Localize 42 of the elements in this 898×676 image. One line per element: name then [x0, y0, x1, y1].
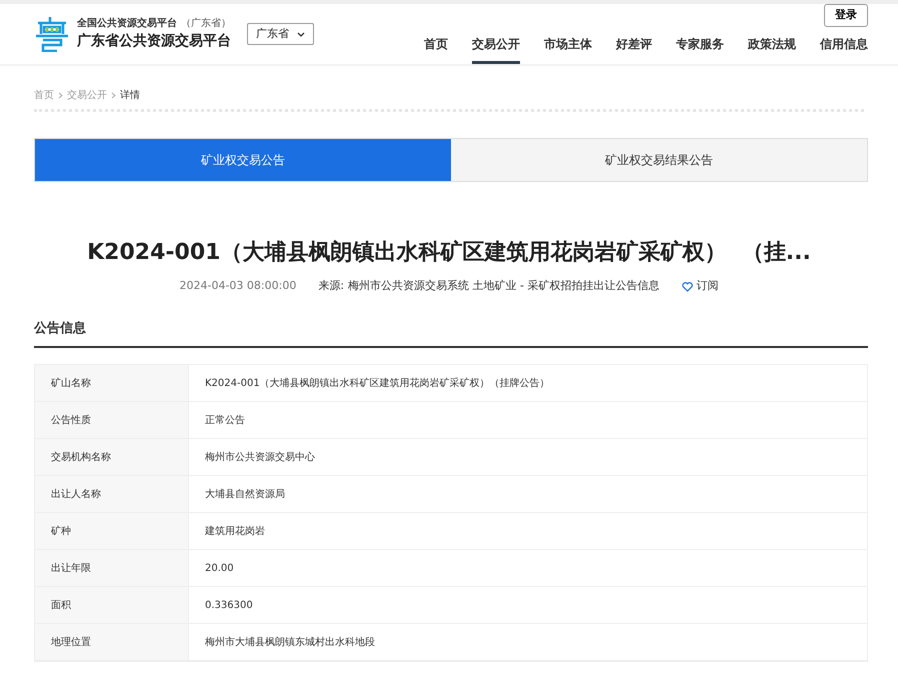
source-label: 来源:: [318, 278, 344, 294]
chevron-right-icon: [58, 92, 63, 99]
nav-link[interactable]: 市场主体: [544, 30, 592, 64]
field-value: 0.336300: [204, 598, 253, 613]
tab[interactable]: 矿业权交易公告: [35, 139, 451, 181]
nav-link[interactable]: 信用信息: [820, 30, 868, 64]
nav-link[interactable]: 首页: [424, 30, 448, 64]
nav-link[interactable]: 政策法规: [748, 30, 796, 64]
nav-link[interactable]: 交易公开: [472, 30, 520, 64]
breadcrumb-current: 详情: [120, 88, 140, 103]
field-value: K2024-001（大埔县枫朗镇出水科矿区建筑用花岗岩矿采矿权）（挂牌公告）: [204, 376, 550, 391]
field-label: 矿种: [35, 513, 189, 550]
heart-icon: [682, 282, 692, 292]
section-title: 公告信息: [34, 318, 868, 348]
field-label: 公告性质: [35, 402, 189, 438]
region-select[interactable]: 广东省: [247, 22, 314, 46]
field-label: 矿山名称: [35, 365, 189, 402]
field-label: 面积: [35, 587, 189, 624]
field-value: 正常公告: [204, 414, 245, 428]
nav-link[interactable]: 好差评: [616, 30, 652, 64]
field-label: 交易机构名称: [35, 439, 189, 476]
field-value: 20.00: [204, 562, 234, 576]
nav-link[interactable]: 专家服务: [676, 30, 724, 64]
field-label: 出让人名称: [35, 476, 189, 512]
field-value: 梅州市大埔县枫朗镇东城村出水科地段: [204, 636, 375, 650]
tab[interactable]: 矿业权交易结果公告: [451, 139, 867, 181]
field-value: 建筑用花岗岩: [204, 524, 265, 539]
source-text: 梅州市公共资源交易系统 土地矿业 - 采矿权招拍挂出让公告信息: [348, 278, 660, 294]
logo-icon: [35, 16, 69, 52]
chevron-down-icon: [297, 32, 305, 36]
chevron-right-icon: [111, 92, 116, 99]
platform-subtitle: 全国公共资源交易平台: [77, 16, 177, 31]
subscribe-link[interactable]: 订阅: [682, 278, 718, 295]
region-note: （广东省）: [181, 16, 231, 31]
article-title: K2024-001（大埔县枫朗镇出水科矿区建筑用花岗岩矿采矿权） （挂...: [86, 240, 812, 266]
publish-date: 2024-04-03 08:00:00: [179, 278, 296, 294]
login-button[interactable]: 登录: [824, 4, 868, 27]
field-label: 出让年限: [35, 550, 189, 586]
field-value: 梅州市公共资源交易中心: [204, 450, 315, 465]
platform-title: 广东省公共资源交易平台: [77, 32, 231, 51]
field-label: 地理位置: [35, 624, 189, 660]
field-value: 大埔县自然资源局: [204, 488, 285, 502]
